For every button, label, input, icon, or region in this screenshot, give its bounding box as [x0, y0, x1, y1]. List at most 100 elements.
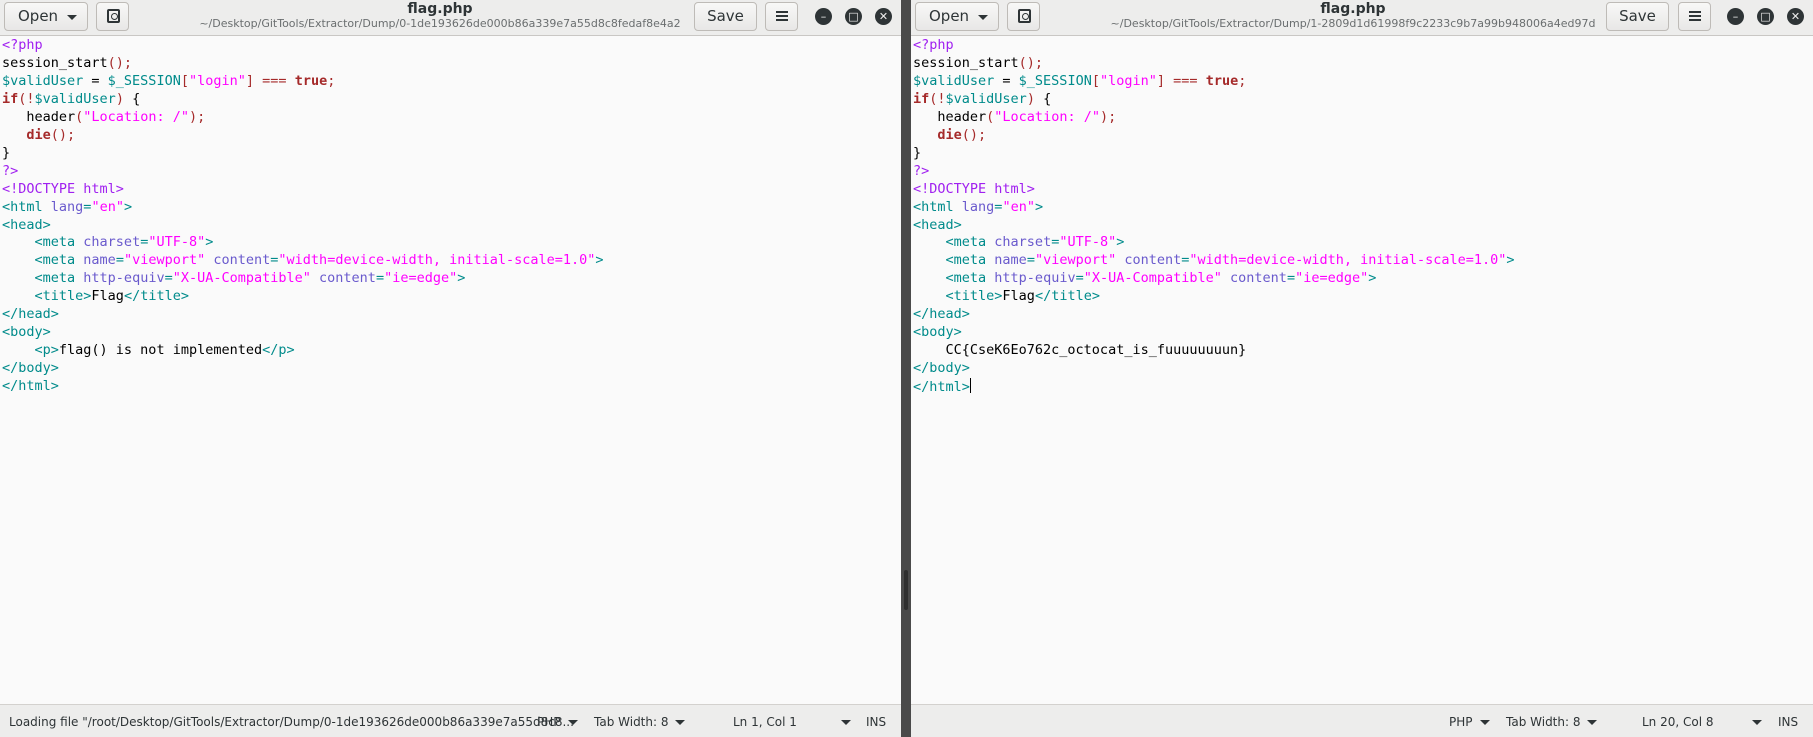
code-token: content — [1124, 252, 1182, 269]
code-line: <p>flag() is not implemented</p> — [2, 342, 901, 360]
code-token: "viewport" — [1034, 252, 1117, 269]
maximize-icon[interactable]: □ — [845, 8, 862, 25]
code-token: { — [1034, 90, 1052, 107]
code-line: </head> — [2, 306, 901, 324]
code-token: ?> — [2, 162, 19, 179]
code-token: "ie=edge" — [1295, 270, 1369, 287]
open-button[interactable]: Open — [4, 2, 88, 31]
code-editor[interactable]: <?php session_start(); $validUser = $_SESS… — [0, 36, 901, 704]
chevron-down-icon — [67, 15, 77, 20]
language-label: PHP — [537, 715, 561, 729]
code-token: "Location: /" — [83, 108, 189, 125]
code-token: <html — [2, 198, 51, 215]
code-line: header("Location: /"); — [2, 109, 901, 127]
divider-grip[interactable] — [904, 570, 908, 610]
code-token: (); — [50, 126, 76, 143]
code-line: <meta name="viewport" content="width=dev… — [2, 252, 901, 270]
new-document-button[interactable] — [1007, 2, 1040, 31]
code-token: = — [115, 252, 124, 269]
code-line: $validUser = $_SESSION["login"] === true… — [2, 73, 901, 91]
open-label: Open — [18, 7, 59, 25]
code-editor[interactable]: <?php session_start(); $validUser = $_SESS… — [911, 36, 1813, 704]
code-token: (); — [107, 54, 133, 71]
header-bar: Open flag.php ~/Desktop/GitTools/Extract… — [911, 0, 1813, 36]
code-token: name — [994, 252, 1027, 269]
file-path: ~/Desktop/GitTools/Extractor/Dump/0-1de1… — [199, 17, 681, 30]
cursor-position-label: Ln 1, Col 1 — [733, 715, 797, 729]
code-token: if — [2, 90, 19, 107]
code-line: <html lang="en"> — [2, 199, 901, 217]
code-token: === — [1173, 72, 1198, 89]
code-token: $validUser — [2, 72, 84, 89]
status-bar: Loading file "/root/Desktop/GitTools/Ext… — [0, 704, 901, 737]
window-title: flag.php ~/Desktop/GitTools/Extractor/Du… — [1093, 1, 1613, 31]
close-icon[interactable]: ✕ — [875, 8, 892, 25]
code-line: if(!$validUser) { — [913, 91, 1813, 109]
close-icon[interactable]: ✕ — [1787, 8, 1804, 25]
code-token: "login" — [1099, 72, 1157, 89]
code-token: session_start — [2, 54, 108, 71]
code-token: </body> — [2, 360, 59, 377]
code-token: CC{CseK6Eo762c_octocat_is_fuuuuuuuun} — [913, 342, 1247, 359]
code-token: true — [1205, 72, 1239, 89]
code-token: = — [1075, 270, 1084, 287]
code-token: } — [913, 144, 922, 161]
code-token: (); — [961, 126, 987, 143]
code-line: <body> — [913, 324, 1813, 342]
code-token: <title> — [34, 288, 92, 305]
save-button[interactable]: Save — [694, 2, 757, 31]
language-selector[interactable]: PHP — [537, 715, 578, 729]
chevron-down-icon — [840, 720, 851, 725]
code-line: } — [2, 145, 901, 163]
code-token: charset — [994, 234, 1052, 251]
language-selector[interactable]: PHP — [1449, 715, 1490, 729]
minimize-icon[interactable]: – — [1727, 8, 1744, 25]
code-token: = — [375, 270, 385, 287]
new-document-icon — [1018, 9, 1031, 23]
code-token: = — [1286, 270, 1296, 287]
text-cursor — [969, 378, 971, 394]
tab-width-selector[interactable]: Tab Width: 8 — [594, 715, 686, 729]
code-line: $validUser = $_SESSION["login"] === true… — [913, 73, 1813, 91]
code-token: </title> — [1034, 288, 1100, 305]
minimize-icon[interactable]: – — [815, 8, 832, 25]
code-line: <meta name="viewport" content="width=dev… — [913, 252, 1813, 270]
code-line: } — [913, 145, 1813, 163]
code-token: <meta — [945, 234, 995, 251]
code-token: <body> — [913, 324, 962, 341]
code-token: (); — [1018, 54, 1044, 71]
code-line: <body> — [2, 324, 901, 342]
code-line: <!DOCTYPE html> — [913, 181, 1813, 199]
code-token: <title> — [945, 288, 1003, 305]
code-line: </head> — [913, 306, 1813, 324]
code-line: CC{CseK6Eo762c_octocat_is_fuuuuuuuun} — [913, 342, 1813, 360]
code-token: "viewport" — [123, 252, 206, 269]
new-document-button[interactable] — [96, 2, 129, 31]
code-view: <?php session_start(); $validUser = $_SESS… — [0, 36, 901, 396]
code-token: > — [1116, 234, 1125, 251]
maximize-icon[interactable]: □ — [1757, 8, 1774, 25]
code-token: content — [319, 270, 376, 287]
menu-button[interactable] — [765, 2, 798, 31]
editor-window-left: Open flag.php ~/Desktop/GitTools/Extract… — [0, 0, 901, 737]
cursor-position[interactable]: Ln 1, Col 1 — [733, 715, 851, 729]
menu-button[interactable] — [1678, 2, 1711, 31]
tab-width-selector[interactable]: Tab Width: 8 — [1506, 715, 1598, 729]
chevron-down-icon — [1587, 720, 1598, 725]
code-view: <?php session_start(); $validUser = $_SESS… — [911, 36, 1813, 397]
open-button[interactable]: Open — [915, 2, 999, 31]
status-bar: PHP Tab Width: 8 Ln 20, Col 8 INS — [911, 704, 1813, 737]
code-token: > — [123, 198, 133, 215]
pane-divider[interactable] — [901, 0, 911, 737]
code-token: <p> — [34, 342, 59, 359]
save-button[interactable]: Save — [1606, 2, 1669, 31]
chevron-down-icon — [1479, 720, 1490, 725]
cursor-position[interactable]: Ln 20, Col 8 — [1642, 715, 1762, 729]
